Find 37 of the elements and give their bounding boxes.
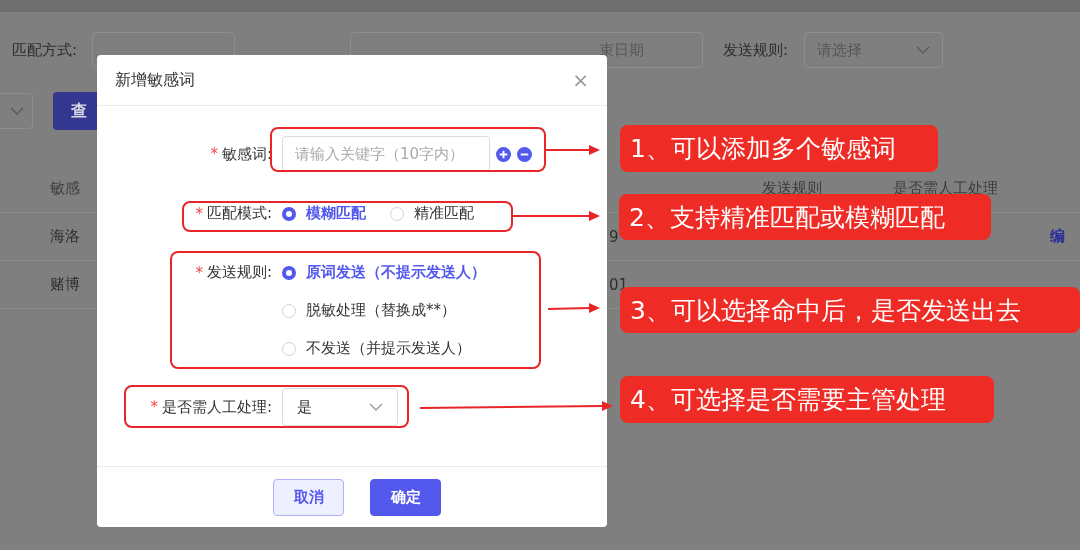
radio-option[interactable]: 精准匹配	[390, 204, 474, 223]
chevron-down-icon	[10, 107, 24, 115]
arrow	[548, 303, 600, 313]
confirm-button[interactable]: 确定	[370, 478, 441, 516]
select-field[interactable]	[0, 93, 33, 129]
field-label: 发送规则:	[206, 263, 272, 282]
field-label: 是否需人工处理:	[161, 397, 272, 417]
filter-label: 匹配方式:	[12, 40, 78, 60]
chevron-down-icon	[916, 46, 931, 54]
remove-icon[interactable]	[517, 146, 532, 162]
dialog-title: 新增敏感词	[115, 69, 195, 91]
radio-option[interactable]: 脱敏处理（替换成**）	[282, 301, 607, 320]
cancel-button[interactable]: 取消	[273, 478, 344, 516]
required-asterisk: *	[195, 263, 203, 282]
radio-option[interactable]: 原词发送（不提示发送人）	[282, 263, 607, 282]
required-asterisk: *	[210, 145, 218, 163]
chevron-down-icon	[369, 403, 383, 411]
filter-label: 发送规则:	[723, 40, 789, 60]
arrow	[546, 145, 600, 155]
table-cell: 赌博	[50, 275, 80, 294]
add-icon[interactable]	[496, 146, 511, 162]
table-cell: 海洛	[50, 227, 80, 246]
radio-option[interactable]: 模糊匹配	[282, 204, 366, 223]
annotation-callout: 4、可选择是否需要主管处理	[620, 376, 994, 423]
column-header: 敏感	[50, 179, 80, 198]
field-label: 匹配模式:	[206, 204, 272, 223]
field-label: 敏感词:	[221, 144, 272, 164]
edit-link[interactable]: 编	[1050, 227, 1065, 246]
keyword-input[interactable]: 请输入关键字（10字内）	[282, 136, 490, 172]
required-asterisk: *	[150, 398, 158, 416]
annotation-callout: 1、可以添加多个敏感词	[620, 125, 938, 172]
radio-option[interactable]: 不发送（并提示发送人）	[282, 339, 607, 358]
close-button[interactable]: ×	[572, 68, 589, 92]
table-cell: 9	[609, 227, 619, 246]
manual-select[interactable]: 是	[282, 388, 398, 426]
annotation-callout: 2、支持精准匹配或模糊匹配	[619, 194, 991, 240]
required-asterisk: *	[195, 204, 203, 223]
